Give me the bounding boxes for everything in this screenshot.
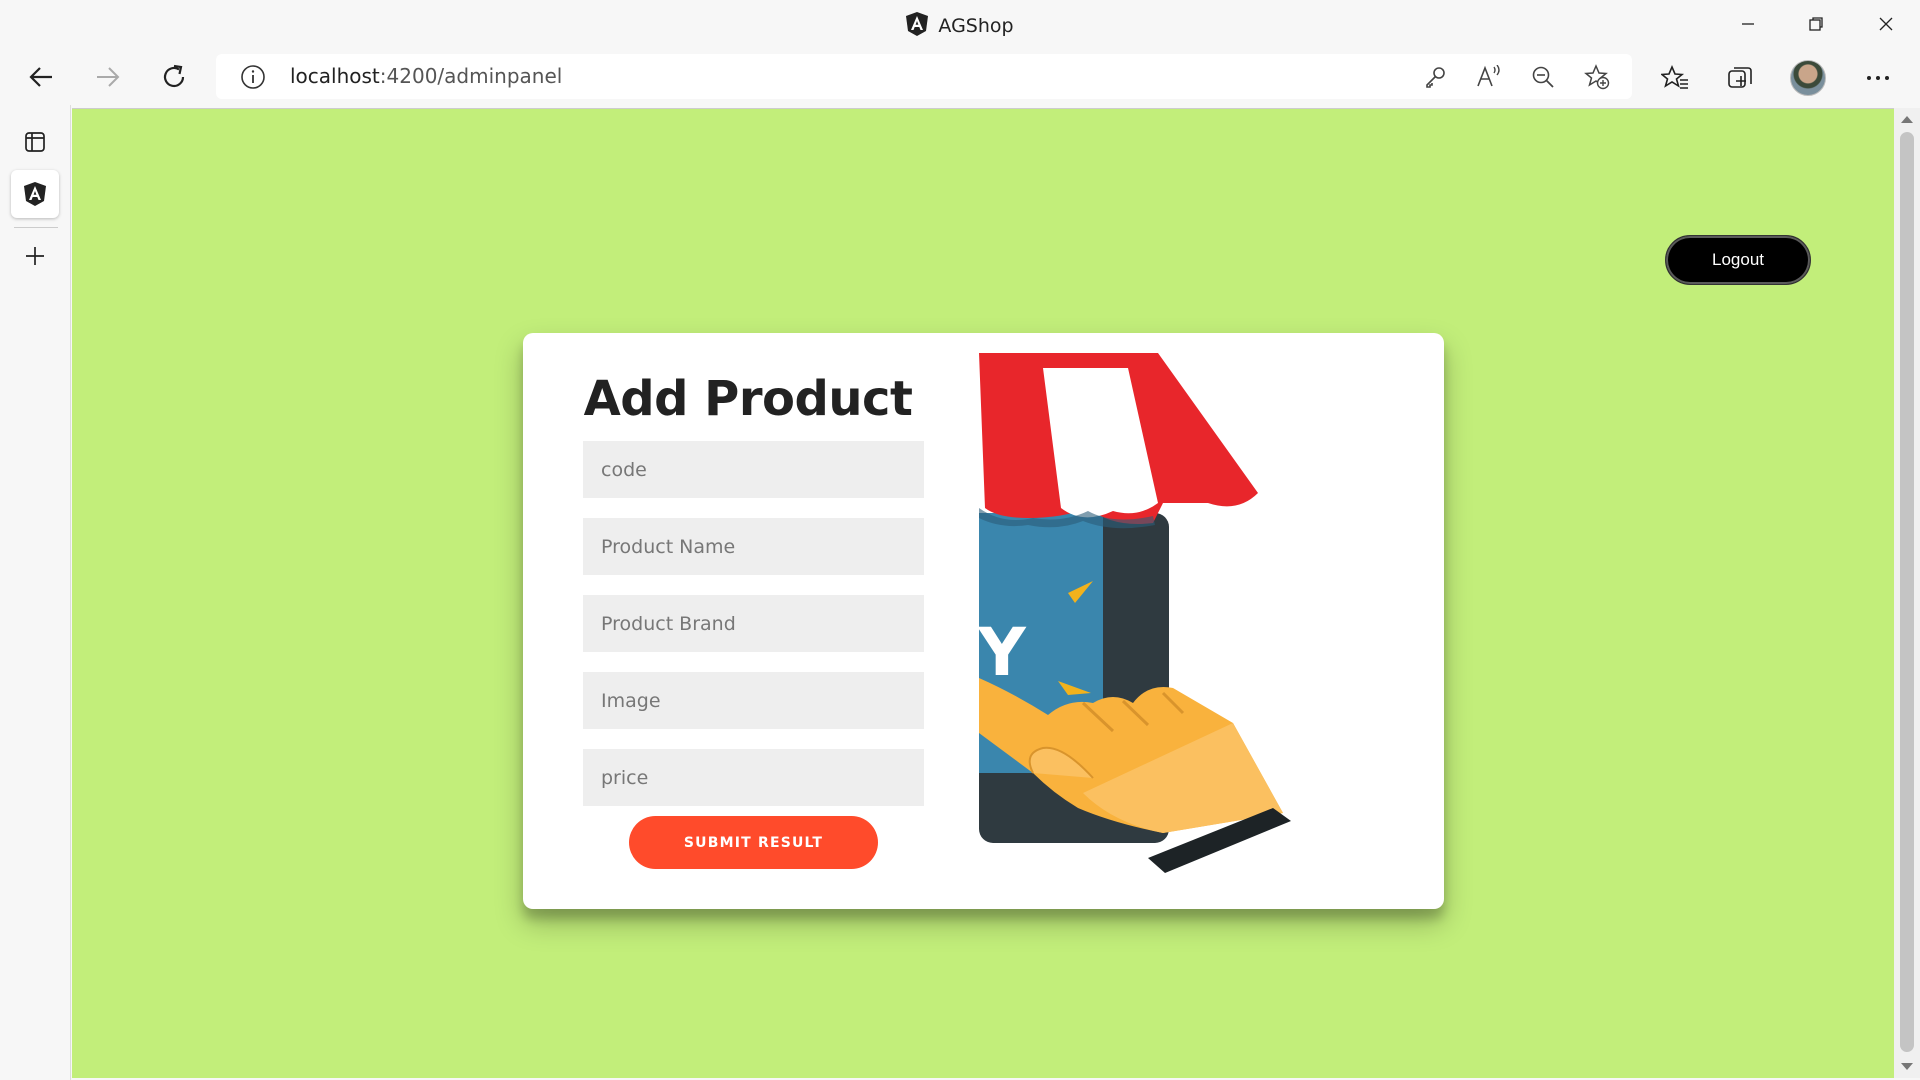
page-viewport: Logout Add Product SUBMIT RESULT Y — [72, 108, 1894, 1078]
angular-logo-icon — [24, 182, 46, 206]
restore-button[interactable] — [1796, 8, 1836, 40]
close-button[interactable] — [1866, 8, 1906, 40]
sidebar-divider — [14, 227, 58, 228]
collections-icon — [1728, 67, 1752, 88]
vertical-tabs-sidebar — [0, 105, 71, 1080]
add-product-card: Add Product SUBMIT RESULT Y — [523, 333, 1444, 909]
url-text[interactable]: localhost:4200/adminpanel — [290, 64, 562, 88]
collections-button[interactable] — [1720, 58, 1760, 98]
window-title-text: AGShop — [938, 15, 1014, 37]
image-input[interactable] — [583, 672, 924, 729]
plus-icon — [26, 247, 44, 265]
more-button[interactable] — [1858, 58, 1898, 98]
tab-actions-icon — [25, 132, 45, 152]
favorites-button[interactable] — [1655, 58, 1695, 98]
forward-arrow-icon — [97, 67, 120, 87]
back-arrow-icon — [29, 67, 52, 87]
minimize-button[interactable] — [1728, 8, 1768, 40]
profile-button[interactable] — [1788, 58, 1828, 98]
new-tab-button[interactable] — [11, 232, 59, 280]
scroll-thumb[interactable] — [1900, 132, 1914, 1052]
avatar — [1790, 60, 1826, 96]
window-title: AGShop — [0, 12, 1920, 41]
add-favorite-button[interactable] — [1582, 62, 1612, 92]
browser-toolbar: localhost:4200/adminpanel — [0, 50, 1920, 105]
zoom-out-icon — [1532, 66, 1554, 88]
favorites-icon — [1661, 64, 1688, 89]
read-aloud-icon — [1477, 65, 1500, 87]
info-icon[interactable] — [240, 64, 266, 94]
add-favorite-icon — [1584, 64, 1610, 90]
url-path: :4200/adminpanel — [379, 64, 563, 88]
address-bar[interactable]: localhost:4200/adminpanel — [216, 54, 1632, 99]
scroll-down-arrow[interactable] — [1901, 1063, 1913, 1070]
logout-button[interactable]: Logout — [1665, 235, 1811, 285]
minimize-icon — [1742, 23, 1754, 25]
page-title: Add Product — [583, 371, 913, 427]
scroll-up-arrow[interactable] — [1901, 116, 1913, 123]
refresh-icon — [163, 64, 185, 88]
refresh-button[interactable] — [153, 56, 195, 98]
read-aloud-button[interactable] — [1474, 62, 1504, 92]
url-host: localhost — [290, 64, 380, 88]
tab-agshop[interactable] — [11, 170, 59, 218]
code-input[interactable] — [583, 441, 924, 498]
more-icon — [1867, 76, 1889, 80]
key-icon — [1426, 67, 1445, 88]
product-name-input[interactable] — [583, 518, 924, 575]
title-bar: AGShop — [0, 0, 1920, 50]
forward-button[interactable] — [87, 56, 129, 98]
vertical-scrollbar[interactable] — [1894, 108, 1920, 1078]
submit-result-button[interactable]: SUBMIT RESULT — [629, 816, 878, 869]
zoom-out-button[interactable] — [1528, 62, 1558, 92]
product-brand-input[interactable] — [583, 595, 924, 652]
shop-illustration: Y — [977, 353, 1291, 873]
angular-logo-icon — [906, 12, 929, 41]
illustration-letter: Y — [977, 614, 1027, 691]
password-key-button[interactable] — [1420, 62, 1450, 92]
close-icon — [1879, 17, 1893, 31]
restore-icon — [1809, 17, 1823, 31]
tab-actions-button[interactable] — [11, 118, 59, 166]
back-button[interactable] — [20, 56, 62, 98]
price-input[interactable] — [583, 749, 924, 806]
